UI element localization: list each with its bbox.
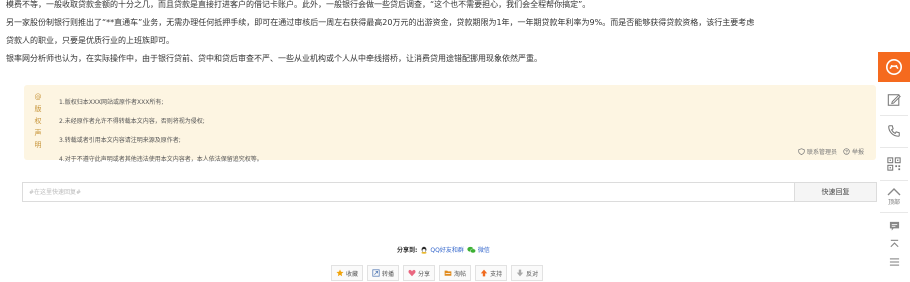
notice-side-char: 声 [34, 129, 42, 137]
comment-button[interactable] [878, 217, 910, 235]
article-line: 模费不等，一般收取贷款金额的十分之几，而且贷款是直接打进客户的借记卡账户。此外，… [6, 0, 591, 9]
forward-label: 转播 [382, 270, 395, 278]
article-line: 贷款人的职业，只要是优质行业的上班族即可。 [6, 36, 174, 45]
post-actions: 收藏 转播 分享 淘帖 支持 反对 [331, 265, 544, 281]
phone-contact-button[interactable] [878, 117, 910, 145]
chevron-up-icon [887, 187, 901, 195]
question-icon [843, 148, 850, 155]
customer-service-button[interactable] [878, 52, 910, 82]
forward-button[interactable]: 转播 [367, 265, 400, 281]
contact-admin-link[interactable]: 联系管理员 [798, 147, 837, 156]
list-icon [889, 258, 899, 266]
article-body: 模费不等，一般收取贷款金额的十分之几，而且贷款是直接打进客户的借记卡账户。此外，… [6, 0, 872, 68]
support-label: 支持 [490, 270, 503, 278]
arrow-up-bar-icon [889, 239, 899, 248]
post-list-button[interactable] [878, 253, 910, 271]
article-line: 另一家股份制银行则推出了“**直通车”业务，无需办理任何抵押手续，即可在通过审核… [6, 18, 755, 27]
notice-side-char: @ [34, 93, 42, 101]
share-button-label: 分享 [418, 270, 431, 278]
forward-icon [372, 269, 380, 277]
oppose-button[interactable]: 反对 [511, 265, 544, 281]
notice-item: 3.转载或者引用本文内容请注明来源及原作者; [59, 137, 181, 144]
edit-icon [887, 94, 901, 106]
write-post-button[interactable] [878, 87, 910, 113]
back-to-top-label: 顶部 [887, 198, 900, 206]
notice-side-char: 明 [34, 141, 42, 149]
favorite-button[interactable]: 收藏 [331, 265, 364, 281]
star-icon [336, 269, 344, 277]
contact-admin-label: 联系管理员 [806, 149, 837, 156]
report-link[interactable]: 举报 [843, 147, 864, 156]
sidebar-divider [880, 212, 908, 213]
copyright-notice: @ 版 权 声 明 1.版权归本XXX网站或原作者XXX所有; 2.未经原作者允… [24, 85, 876, 163]
notice-side-label: @ 版 权 声 明 [32, 91, 44, 151]
share-qq-link[interactable]: QQ好友和群 [420, 245, 464, 254]
article-line: 银率网分析师也认为，在实际操作中，由于银行贷前、贷中和贷后审查不严、一些从业机构… [6, 54, 542, 63]
notice-side-char: 权 [34, 117, 42, 125]
thumb-up-icon [480, 269, 488, 277]
notice-item: 4.对于不遵守此声明或者其他违法使用本文内容者，本人依法保留追究权等。 [59, 156, 263, 163]
share-bar: 分享到: QQ好友和群 微信 [397, 245, 490, 254]
share-button[interactable]: 分享 [403, 265, 436, 281]
share-qq-label: QQ好友和群 [430, 247, 464, 254]
quick-reply-button[interactable]: 快速回复 [794, 183, 876, 201]
share-label: 分享到: [397, 247, 418, 254]
back-to-top-button[interactable]: 顶部 [878, 182, 910, 210]
quick-reply-bar: 快速回复 [22, 182, 877, 202]
sidebar-divider [880, 115, 908, 116]
shield-icon [798, 148, 805, 155]
report-label: 举报 [851, 149, 864, 156]
sidebar-divider [880, 180, 908, 181]
notice-items: 1.版权归本XXX网站或原作者XXX所有; 2.未经原作者允许不得转载本文内容，… [59, 93, 263, 169]
favorite-label: 收藏 [346, 270, 359, 278]
sidebar-divider [880, 147, 908, 148]
support-button[interactable]: 支持 [475, 265, 508, 281]
scroll-top-button[interactable] [878, 236, 910, 252]
phone-icon [888, 125, 900, 137]
qq-icon [421, 246, 427, 254]
quick-reply-input[interactable] [23, 183, 793, 201]
comment-icon [889, 221, 899, 231]
thumb-down-icon [516, 269, 524, 277]
heart-icon [408, 269, 416, 277]
notice-item: 2.未经原作者允许不得转载本文内容，否则将视为侵权; [59, 118, 205, 125]
notice-links: 联系管理员 举报 [798, 147, 864, 156]
headset-icon [885, 58, 903, 76]
wechat-icon [467, 246, 476, 253]
notice-side-char: 版 [34, 105, 42, 113]
taotie-button[interactable]: 淘帖 [439, 265, 472, 281]
share-wechat-label: 微信 [477, 247, 490, 254]
taotie-label: 淘帖 [454, 270, 467, 278]
folder-icon [444, 270, 452, 276]
qrcode-icon [887, 157, 901, 171]
share-wechat-link[interactable]: 微信 [467, 245, 490, 254]
oppose-label: 反对 [526, 270, 539, 278]
qrcode-button[interactable] [878, 150, 910, 178]
notice-item: 1.版权归本XXX网站或原作者XXX所有; [59, 99, 164, 106]
